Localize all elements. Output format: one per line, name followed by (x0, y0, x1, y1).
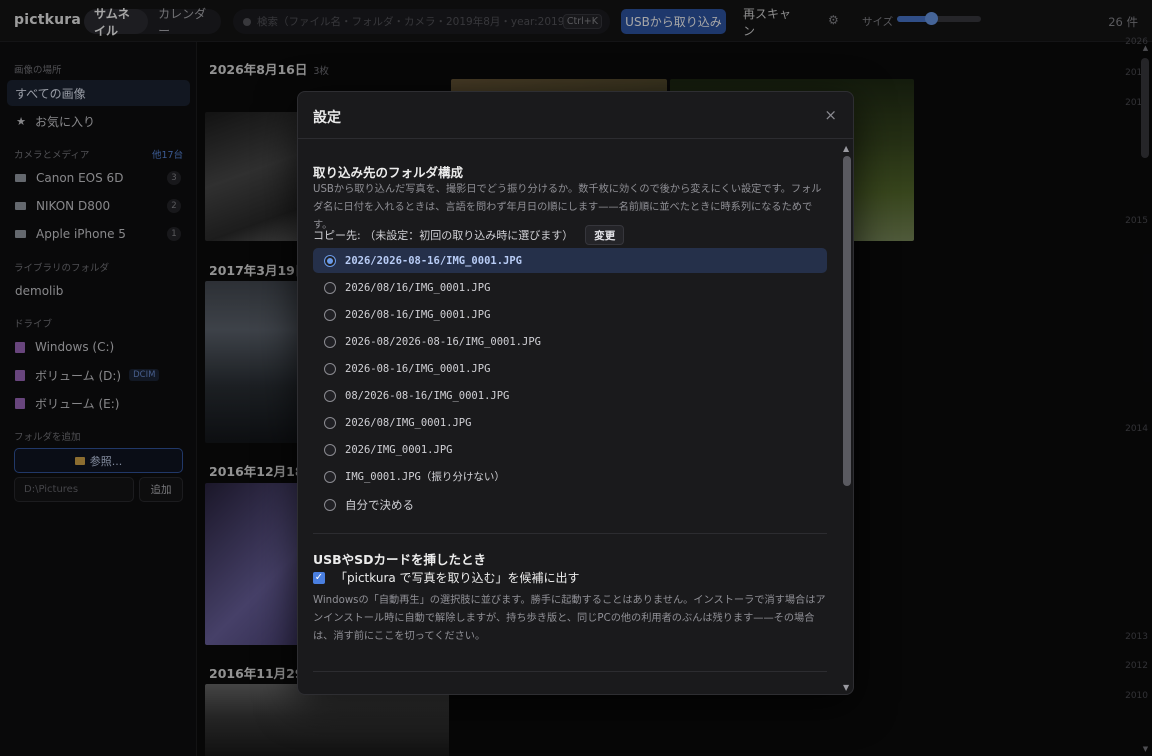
folder-option[interactable]: 08/2026-08-16/IMG_0001.JPG (313, 383, 827, 408)
folder-option-label: 2026/08/IMG_0001.JPG (345, 416, 472, 429)
folder-option[interactable]: 2026/08/16/IMG_0001.JPG (313, 275, 827, 300)
section-title: USBやSDカードを挿したとき (313, 552, 487, 567)
divider (313, 671, 827, 672)
folder-option-label: 08/2026-08-16/IMG_0001.JPG (345, 389, 510, 402)
radio-button[interactable] (324, 308, 336, 321)
divider (313, 533, 827, 534)
change-button[interactable]: 変更 (585, 225, 625, 245)
folder-option[interactable]: 2026-08-16/IMG_0001.JPG (313, 356, 827, 381)
dialog-scrollbar[interactable]: ▲ ▼ (843, 144, 851, 692)
section-description: Windowsの「自動再生」の選択肢に並びます。勝手に起動することはありません。… (313, 595, 826, 642)
radio-button[interactable] (324, 281, 336, 294)
radio-button[interactable] (324, 470, 336, 483)
dialog-body: 取り込み先のフォルダ構成 USBから取り込んだ写真を、撮影日でどう振り分けるか。… (298, 140, 841, 694)
radio-button[interactable] (324, 416, 336, 429)
dialog-title: 設定 (313, 110, 341, 126)
folder-option[interactable]: IMG_0001.JPG（振り分けない） (313, 464, 827, 489)
settings-dialog: 設定 × 取り込み先のフォルダ構成 USBから取り込んだ写真を、撮影日でどう振り… (297, 91, 854, 695)
close-icon[interactable]: × (824, 106, 837, 124)
folder-option-label: IMG_0001.JPG（振り分けない） (345, 471, 505, 483)
section-title: 取り込み先のフォルダ構成 (313, 165, 464, 180)
checkbox-label: 「pictkura で写真を取り込む」を候補に出す (335, 571, 580, 585)
folder-option-label: 2026/08/16/IMG_0001.JPG (345, 281, 491, 294)
folder-option-label: 2026-08/2026-08-16/IMG_0001.JPG (345, 335, 541, 348)
scroll-down-arrow[interactable]: ▼ (843, 683, 849, 692)
folder-option-label: 2026/IMG_0001.JPG (345, 443, 453, 456)
folder-option-label: 2026/2026-08-16/IMG_0001.JPG (345, 254, 523, 267)
radio-button[interactable] (324, 498, 336, 511)
dialog-header: 設定 × (298, 92, 853, 139)
folder-option[interactable]: 2026-08/2026-08-16/IMG_0001.JPG (313, 329, 827, 354)
folder-option[interactable]: 2026/08-16/IMG_0001.JPG (313, 302, 827, 327)
autoplay-checkbox-row[interactable]: ✓ 「pictkura で写真を取り込む」を候補に出す (313, 569, 580, 586)
folder-option[interactable]: 2026/IMG_0001.JPG (313, 437, 827, 462)
folder-option[interactable]: 2026/08/IMG_0001.JPG (313, 410, 827, 435)
scroll-up-arrow[interactable]: ▲ (843, 144, 849, 153)
radio-button[interactable] (324, 389, 336, 402)
radio-button[interactable] (324, 254, 336, 267)
radio-button[interactable] (324, 443, 336, 456)
copy-destination-row: コピー先: （未設定：初回の取り込み時に選びます） 変更 (313, 225, 625, 245)
folder-option[interactable]: 2026/2026-08-16/IMG_0001.JPG (313, 248, 827, 273)
folder-option-label: 2026-08-16/IMG_0001.JPG (345, 362, 491, 375)
radio-button[interactable] (324, 362, 336, 375)
checkbox[interactable]: ✓ (313, 571, 325, 584)
radio-button[interactable] (324, 335, 336, 348)
folder-option-label: 自分で決める (345, 497, 414, 512)
copy-destination-label: コピー先: （未設定：初回の取り込み時に選びます） (313, 229, 574, 242)
folder-option[interactable]: 自分で決める (313, 492, 827, 517)
folder-option-label: 2026/08-16/IMG_0001.JPG (345, 308, 491, 321)
dialog-scroll-thumb[interactable] (843, 156, 851, 486)
